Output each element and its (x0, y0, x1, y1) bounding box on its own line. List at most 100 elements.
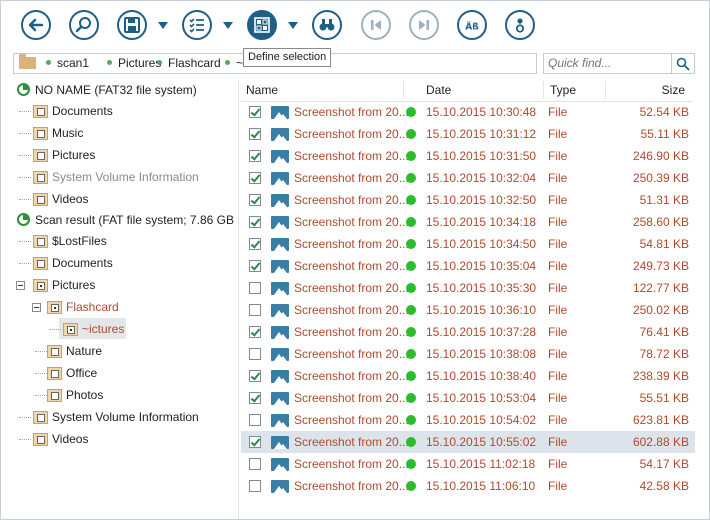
file-type: File (548, 193, 568, 207)
row-checkbox[interactable] (249, 392, 261, 404)
table-row[interactable]: Screenshot from 20... 15.10.2015 10:31:50… (241, 145, 695, 167)
file-type: File (548, 435, 568, 449)
table-row[interactable]: Screenshot from 20... 15.10.2015 10:34:50… (241, 233, 695, 255)
breadcrumb-item[interactable]: scan1 (46, 56, 89, 70)
breadcrumb-item[interactable]: Flashcard (157, 56, 221, 70)
folder-icon (33, 411, 48, 424)
column-header-type[interactable]: Type (550, 83, 576, 97)
file-size: 54.81 KB (639, 237, 689, 251)
table-row[interactable]: Screenshot from 20... 15.10.2015 10:36:10… (241, 299, 695, 321)
tree-item-folder[interactable]: Videos (33, 189, 233, 209)
row-checkbox[interactable] (249, 216, 261, 228)
breadcrumb-item[interactable]: ~ (225, 56, 243, 70)
row-checkbox[interactable] (249, 238, 261, 250)
save-icon[interactable] (117, 10, 147, 40)
tree-item-folder[interactable]: Office (47, 363, 227, 383)
tree-item-folder[interactable]: Videos (33, 429, 233, 449)
file-size: 249.73 KB (632, 259, 689, 273)
selection-dropdown-icon[interactable] (288, 22, 298, 29)
table-row[interactable]: Screenshot from 20... 15.10.2015 10:32:04… (241, 167, 695, 189)
table-row[interactable]: Screenshot from 20... 15.10.2015 10:30:48… (241, 101, 695, 123)
tree-item-folder[interactable]: Pictures (33, 275, 233, 295)
file-size: 238.39 KB (632, 369, 689, 383)
tree-item-drive[interactable]: Scan result (FAT file system; 7.86 GB in… (17, 210, 238, 230)
row-checkbox[interactable] (249, 370, 261, 382)
tree-item-label: Pictures (52, 278, 96, 292)
table-row[interactable]: Screenshot from 20... 15.10.2015 10:54:02… (241, 409, 695, 431)
tree-item-drive[interactable]: NO NAME (FAT32 file system) (17, 80, 237, 100)
file-size: 246.90 KB (632, 149, 689, 163)
column-header-date[interactable]: Date (426, 83, 451, 97)
file-type: File (548, 281, 568, 295)
tree-item-folder[interactable]: Documents (33, 253, 233, 273)
vertical-scrollbar[interactable] (695, 79, 709, 519)
row-checkbox[interactable] (249, 172, 261, 184)
tree-item-folder[interactable]: Documents (33, 101, 233, 121)
table-row[interactable]: Screenshot from 20... 15.10.2015 11:02:18… (241, 453, 695, 475)
find-icon[interactable] (312, 10, 342, 40)
row-checkbox[interactable] (249, 150, 261, 162)
file-name: Screenshot from 20... (294, 325, 409, 339)
back-icon[interactable] (21, 10, 51, 40)
row-checkbox[interactable] (249, 260, 261, 272)
info-icon[interactable] (505, 10, 535, 40)
tree-item-label: Office (66, 366, 98, 380)
checklist-icon[interactable] (182, 10, 212, 40)
table-row[interactable]: Screenshot from 20... 15.10.2015 10:34:18… (241, 211, 695, 233)
tree-item-folder[interactable]: Nature (47, 341, 227, 361)
tree-item-folder[interactable]: Music (33, 123, 233, 143)
row-checkbox[interactable] (249, 348, 261, 360)
file-name: Screenshot from 20... (294, 435, 409, 449)
row-checkbox[interactable] (249, 106, 261, 118)
table-row[interactable]: Screenshot from 20... 15.10.2015 10:38:40… (241, 365, 695, 387)
row-checkbox[interactable] (249, 304, 261, 316)
row-checkbox[interactable] (249, 128, 261, 140)
table-row[interactable]: Screenshot from 20... 15.10.2015 10:53:04… (241, 387, 695, 409)
table-row[interactable]: Screenshot from 20... 15.10.2015 10:35:04… (241, 255, 695, 277)
tree-item-folder[interactable]: Photos (47, 385, 227, 405)
row-checkbox[interactable] (249, 326, 261, 338)
table-row[interactable]: Screenshot from 20... 15.10.2015 10:32:50… (241, 189, 695, 211)
case-sensitive-icon[interactable]: Äß (457, 10, 487, 40)
tree-item-folder-selected[interactable]: ~ictures (63, 319, 223, 339)
image-file-icon (271, 480, 289, 493)
table-row[interactable]: Screenshot from 20... 15.10.2015 10:37:28… (241, 321, 695, 343)
table-row[interactable]: Screenshot from 20... 15.10.2015 10:55:02… (241, 431, 695, 453)
tree-item-folder[interactable]: System Volume Information (33, 407, 233, 427)
tree-item-folder[interactable]: Pictures (33, 145, 233, 165)
save-dropdown-icon[interactable] (158, 22, 168, 29)
folder-icon (47, 389, 62, 402)
row-checkbox[interactable] (249, 458, 261, 470)
checklist-dropdown-icon[interactable] (223, 22, 233, 29)
status-dot-icon (406, 459, 416, 469)
folder-icon (47, 345, 62, 358)
collapse-icon[interactable] (32, 303, 41, 312)
search-button[interactable] (671, 54, 694, 73)
table-row[interactable]: Screenshot from 20... 15.10.2015 11:06:10… (241, 475, 695, 497)
prev-icon[interactable] (361, 10, 391, 40)
tree-item-folder[interactable]: System Volume Information (33, 167, 233, 187)
column-header-name[interactable]: Name (246, 83, 278, 97)
row-checkbox[interactable] (249, 480, 261, 492)
explore-icon[interactable] (69, 10, 99, 40)
row-checkbox[interactable] (249, 436, 261, 448)
column-header-size[interactable]: Size (662, 83, 685, 97)
next-icon[interactable] (409, 10, 439, 40)
status-dot-icon (406, 129, 416, 139)
row-checkbox[interactable] (249, 414, 261, 426)
row-checkbox[interactable] (249, 282, 261, 294)
table-row[interactable]: Screenshot from 20... 15.10.2015 10:35:30… (241, 277, 695, 299)
quick-find-input[interactable] (544, 54, 672, 71)
tree-item-folder[interactable]: Flashcard (47, 297, 227, 317)
collapse-icon[interactable] (16, 281, 25, 290)
table-row[interactable]: Screenshot from 20... 15.10.2015 10:38:08… (241, 343, 695, 365)
breadcrumb-item[interactable]: Pictures (107, 56, 161, 70)
tree-item-label: Scan result (FAT file system; 7.86 GB in… (35, 213, 238, 227)
file-date: 15.10.2015 10:53:04 (426, 391, 537, 405)
row-checkbox[interactable] (249, 194, 261, 206)
status-dot-icon (406, 481, 416, 491)
file-size: 78.72 KB (639, 347, 689, 361)
tree-item-folder[interactable]: $LostFiles (33, 231, 233, 251)
define-selection-icon[interactable] (247, 10, 277, 40)
table-row[interactable]: Screenshot from 20... 15.10.2015 10:31:12… (241, 123, 695, 145)
